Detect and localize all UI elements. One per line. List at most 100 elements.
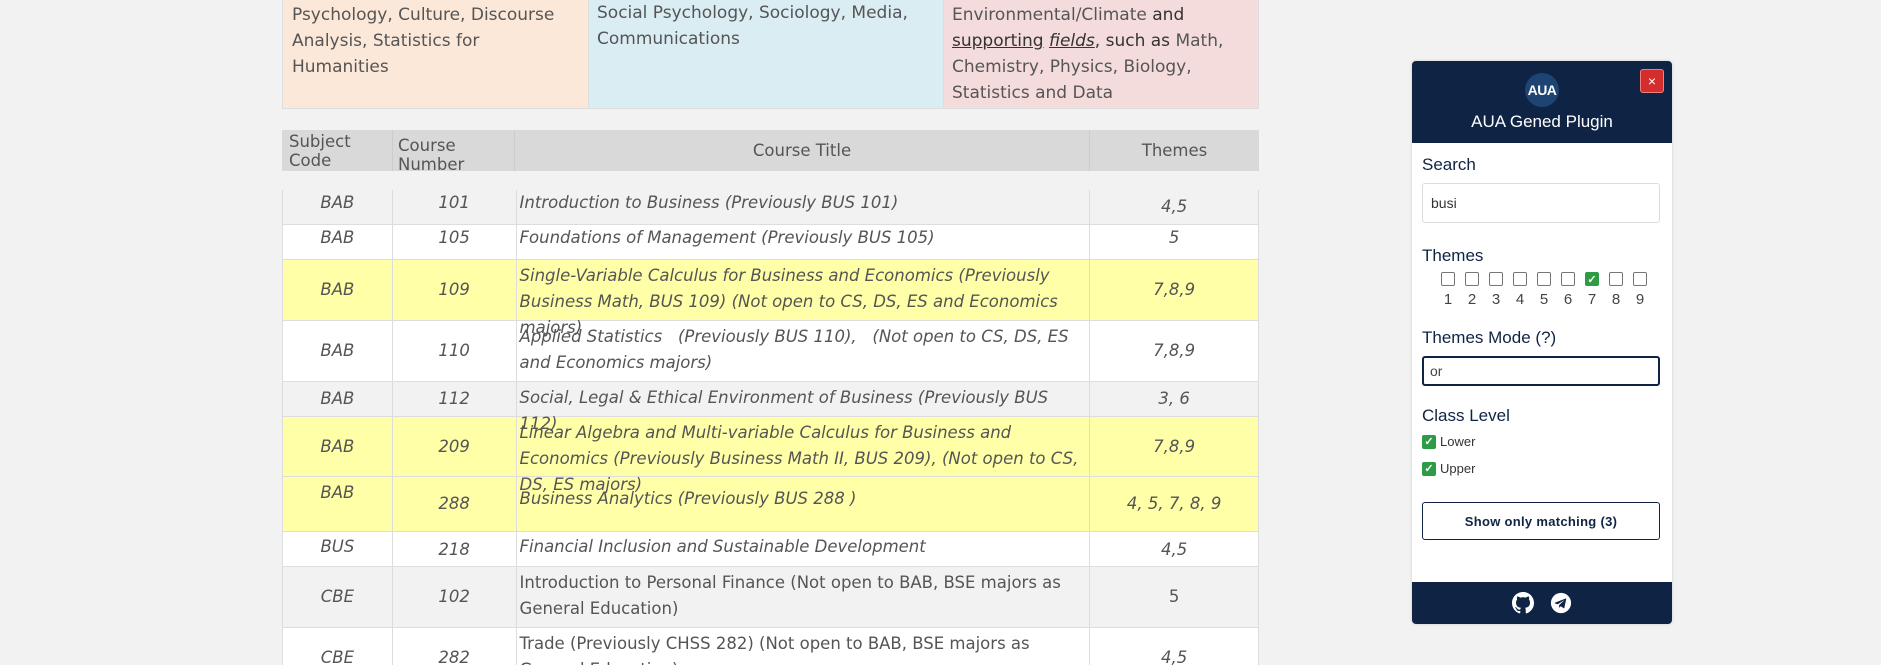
level-option-upper[interactable]: ✓ Upper <box>1422 461 1662 476</box>
table-header: Subject Code Course Number Course Title … <box>282 130 1259 174</box>
cell-themes: 4,5 <box>1161 540 1188 559</box>
header-subject-code[interactable]: Subject Code <box>282 130 392 171</box>
header-themes[interactable]: Themes <box>1089 130 1259 171</box>
theme-option-6[interactable]: 6 <box>1556 272 1580 308</box>
theme-number: 4 <box>1515 291 1525 308</box>
theme-option-4[interactable]: 4 <box>1508 272 1532 308</box>
theme-column-humanities: Psychology, Culture, Discourse Analysis,… <box>282 0 589 109</box>
theme-number: 6 <box>1563 291 1573 308</box>
theme-option-7[interactable]: ✓ 7 <box>1580 272 1604 308</box>
plugin-body: Search busi Themes 1 2 3 4 5 6 ✓ 7 8 9 T… <box>1412 143 1672 540</box>
theme-checkbox[interactable] <box>1441 272 1455 286</box>
theme-checkbox[interactable] <box>1633 272 1647 286</box>
cell-themes: 5 <box>1168 228 1180 247</box>
table-row: BAB 110 Applied Statistics (Previously B… <box>282 321 1259 382</box>
theme-checkbox[interactable] <box>1561 272 1575 286</box>
theme-column-science: Environmental/Climate and supporting fie… <box>944 0 1259 109</box>
cell-subject: BAB <box>283 321 393 381</box>
cell-title: Trade (Previously CHSS 282) (Not open to… <box>517 628 1091 665</box>
theme-option-8[interactable]: 8 <box>1604 272 1628 308</box>
cell-title: Business Analytics (Previously BUS 288 ) <box>517 477 1091 531</box>
cell-subject: BAB <box>283 225 393 259</box>
theme-number: 1 <box>1443 291 1453 308</box>
theme-checkbox-checked[interactable]: ✓ <box>1585 272 1599 286</box>
cell-themes: 3, 6 <box>1158 389 1190 408</box>
close-icon: × <box>1647 73 1657 89</box>
theme-number: 2 <box>1467 291 1477 308</box>
cell-themes: 7,8,9 <box>1153 436 1196 456</box>
level-label: Lower <box>1440 434 1476 449</box>
cell-subject: BAB <box>283 260 393 320</box>
close-button[interactable]: × <box>1640 69 1664 93</box>
cell-title: Foundations of Management (Previously BU… <box>517 225 1091 259</box>
cell-subject: BAB <box>283 477 393 531</box>
theme-option-9[interactable]: 9 <box>1628 272 1652 308</box>
theme-option-5[interactable]: 5 <box>1532 272 1556 308</box>
table-row: BAB 105 Foundations of Management (Previ… <box>282 225 1259 260</box>
table-row: BAB 288 Business Analytics (Previously B… <box>282 477 1259 532</box>
table-row: BAB 109 Single-Variable Calculus for Bus… <box>282 260 1259 337</box>
cell-title: Linear Algebra and Multi-variable Calcul… <box>517 417 1091 494</box>
theme-checkbox[interactable] <box>1489 272 1503 286</box>
table-row: BAB 101 Introduction to Business (Previo… <box>282 190 1259 225</box>
themes-mode-help-link[interactable]: (?) <box>1535 328 1556 347</box>
supporting-link[interactable]: supporting <box>952 31 1044 51</box>
aua-logo: AUA <box>1525 73 1559 107</box>
telegram-icon[interactable] <box>1549 591 1573 615</box>
cell-number: 101 <box>393 190 517 224</box>
header-course-number[interactable]: Course Number <box>392 130 514 174</box>
level-label: Upper <box>1440 461 1476 476</box>
cell-number: 218 <box>393 532 517 566</box>
theme-number: 9 <box>1635 291 1645 308</box>
cell-subject: CBE <box>283 628 393 665</box>
search-label: Search <box>1422 155 1476 174</box>
cell-number: 109 <box>393 260 517 320</box>
theme-column-text: Psychology, Culture, Discourse Analysis,… <box>292 5 555 77</box>
themes-mode-select[interactable]: or <box>1422 356 1660 386</box>
cell-number: 102 <box>393 567 517 627</box>
cell-title: Introduction to Business (Previously BUS… <box>517 190 1091 224</box>
cell-title: Social, Legal & Ethical Environment of B… <box>517 382 1091 433</box>
github-icon[interactable] <box>1511 591 1535 615</box>
theme-checkbox[interactable] <box>1537 272 1551 286</box>
theme-number: 5 <box>1539 291 1549 308</box>
cell-title: Single-Variable Calculus for Business an… <box>517 260 1091 337</box>
theme-number: 8 <box>1611 291 1621 308</box>
cell-themes: 7,8,9 <box>1153 280 1196 299</box>
theme-option-3[interactable]: 3 <box>1484 272 1508 308</box>
themes-label: Themes <box>1422 246 1484 265</box>
level-checkbox-checked[interactable]: ✓ <box>1422 434 1436 449</box>
themes-checkbox-group: 1 2 3 4 5 6 ✓ 7 8 9 <box>1422 272 1662 308</box>
cell-subject: BAB <box>283 417 393 476</box>
table-row: BAB 209 Linear Algebra and Multi-variabl… <box>282 417 1259 494</box>
theme-column-text: Social Psychology, Sociology, Media, Com… <box>597 3 908 49</box>
check-icon: ✓ <box>1424 463 1434 475</box>
theme-option-2[interactable]: 2 <box>1460 272 1484 308</box>
theme-number: 3 <box>1491 291 1501 308</box>
level-checkbox-checked[interactable]: ✓ <box>1422 461 1436 476</box>
theme-checkbox[interactable] <box>1609 272 1623 286</box>
cell-number: 209 <box>393 417 517 476</box>
plugin-title: AUA Gened Plugin <box>1471 112 1613 131</box>
such-as-text: , such as <box>1094 31 1176 51</box>
cell-themes: 4,5 <box>1161 648 1188 665</box>
show-only-matching-button[interactable]: Show only matching (3) <box>1422 502 1660 540</box>
cell-title: Introduction to Personal Finance (Not op… <box>517 567 1091 627</box>
and-text: and <box>1146 5 1185 25</box>
search-input[interactable]: busi <box>1422 183 1660 223</box>
cell-number: 288 <box>393 477 517 531</box>
theme-checkbox[interactable] <box>1513 272 1527 286</box>
table-row: BAB 112 Social, Legal & Ethical Environm… <box>282 382 1259 433</box>
table-row: CBE 102 Introduction to Personal Finance… <box>282 567 1259 628</box>
level-option-lower[interactable]: ✓ Lower <box>1422 434 1662 449</box>
cell-themes: 7,8,9 <box>1153 341 1196 360</box>
fields-link[interactable]: fields <box>1049 31 1095 51</box>
cell-title: Financial Inclusion and Sustainable Deve… <box>517 532 1091 566</box>
cell-subject: BAB <box>283 382 393 416</box>
header-course-title[interactable]: Course Title <box>514 130 1089 171</box>
theme-checkbox[interactable] <box>1465 272 1479 286</box>
gened-plugin-panel: AUA AUA Gened Plugin × Search busi Theme… <box>1412 61 1672 624</box>
theme-option-1[interactable]: 1 <box>1436 272 1460 308</box>
cell-number: 112 <box>393 382 517 416</box>
plugin-header: AUA AUA Gened Plugin × <box>1412 61 1672 143</box>
